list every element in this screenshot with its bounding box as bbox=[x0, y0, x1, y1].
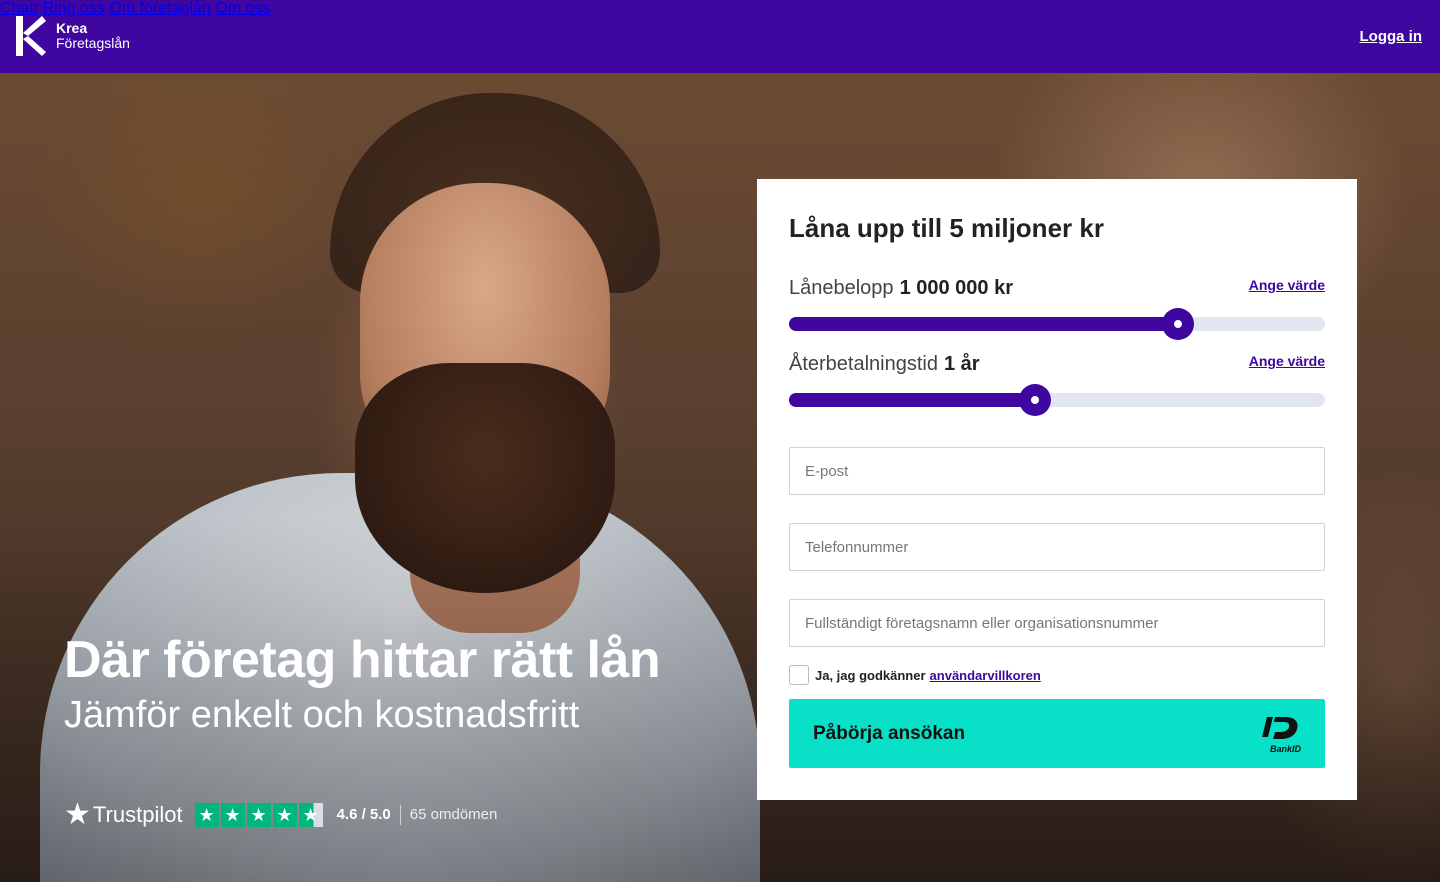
loan-amount-slider-fill bbox=[789, 317, 1178, 331]
trustpilot-logo: ★ Trustpilot bbox=[64, 797, 183, 832]
loan-amount-slider[interactable] bbox=[789, 308, 1325, 340]
repayment-term-value: 1 år bbox=[943, 353, 980, 375]
repayment-term-slider-fill bbox=[789, 393, 1036, 407]
hero-subheadline: Jämför enkelt och kostnadsfritt bbox=[64, 694, 580, 736]
trustpilot-divider bbox=[399, 804, 401, 825]
phone-field[interactable] bbox=[789, 523, 1325, 571]
start-application-button[interactable]: Påbörja ansökan BankID bbox=[789, 699, 1325, 768]
nav-item-ring-oss[interactable]: Ring oss bbox=[43, 0, 105, 17]
loan-amount-set-value-link[interactable]: Ange värde bbox=[1249, 277, 1325, 293]
repayment-term-label-text: Återbetalningstid bbox=[789, 353, 938, 375]
loan-amount-label-text: Lånebelopp bbox=[789, 277, 894, 299]
start-application-label: Påbörja ansökan bbox=[813, 723, 966, 744]
top-navigation-bar: Krea Företagslån Chatt Ring oss Om föret… bbox=[0, 0, 1440, 73]
rating-star-icon: ★ bbox=[194, 802, 219, 827]
trustpilot-score: 4.6 / 5.0 bbox=[336, 806, 391, 823]
loan-application-card: Låna upp till 5 miljoner kr Lånebelopp 1 … bbox=[757, 179, 1357, 800]
trustpilot-review-count: 65 omdömen bbox=[409, 806, 498, 823]
email-field[interactable] bbox=[789, 447, 1325, 495]
repayment-term-set-value-link[interactable]: Ange värde bbox=[1249, 353, 1325, 369]
rating-star-icon: ★ bbox=[220, 802, 245, 827]
login-link[interactable]: Logga in bbox=[1360, 28, 1423, 45]
terms-link[interactable]: användarvillkoren bbox=[930, 668, 1041, 683]
nav-item-om-foretaglan[interactable]: Om företaglån bbox=[109, 0, 210, 17]
company-field[interactable] bbox=[789, 599, 1325, 647]
repayment-term-slider[interactable] bbox=[789, 384, 1325, 416]
nav-item-om-oss[interactable]: Om oss bbox=[215, 0, 270, 17]
rating-star-icon: ★ bbox=[246, 802, 271, 827]
terms-consent-text: Ja, jag godkänner bbox=[815, 667, 926, 683]
repayment-term-slider-handle[interactable] bbox=[1019, 384, 1052, 416]
nav-item-chatt[interactable]: Chatt bbox=[0, 0, 38, 17]
trustpilot-star-icon: ★ bbox=[64, 798, 91, 831]
rating-star-partial-icon: ★ bbox=[298, 802, 323, 827]
repayment-term-label: Återbetalningstid 1 år bbox=[789, 353, 980, 376]
brand-name: Krea Företagslån bbox=[56, 21, 130, 51]
trustpilot-rating-stars: ★ ★ ★ ★ ★ bbox=[194, 802, 325, 827]
krea-logo-icon bbox=[16, 16, 46, 56]
bankid-label: BankID bbox=[1269, 744, 1301, 754]
loan-amount-slider-handle[interactable] bbox=[1161, 308, 1194, 340]
loan-card-title: Låna upp till 5 miljoner kr bbox=[789, 213, 1104, 243]
brand-logo[interactable]: Krea Företagslån bbox=[16, 16, 130, 56]
brand-name-line2: Företagslån bbox=[56, 35, 130, 51]
loan-amount-label: Lånebelopp 1 000 000 kr bbox=[789, 277, 1013, 300]
hero-headline: Där företag hittar rätt lån bbox=[64, 631, 661, 689]
terms-consent: Ja, jag godkänner användarvillkoren bbox=[789, 665, 1041, 685]
terms-checkbox[interactable] bbox=[789, 665, 809, 685]
rating-star-icon: ★ bbox=[272, 802, 297, 827]
trustpilot-brand: Trustpilot bbox=[92, 801, 183, 827]
loan-amount-value: 1 000 000 kr bbox=[899, 277, 1013, 299]
trustpilot-widget[interactable]: ★ Trustpilot ★ ★ ★ ★ ★ 4.6 / 5.0 65 omdö… bbox=[64, 797, 497, 832]
brand-name-line1: Krea bbox=[56, 20, 88, 36]
